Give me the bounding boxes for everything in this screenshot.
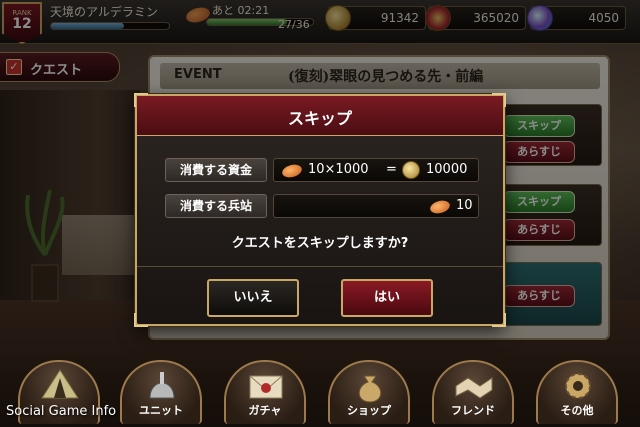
supply-total: 10	[456, 198, 473, 213]
stamina-coin-icon	[280, 162, 304, 180]
supply-cost-label: 消費する兵站	[165, 194, 267, 218]
nav-label: ユニット	[139, 404, 183, 417]
funds-unit-cost: 10×1000	[308, 162, 369, 177]
watermark: Social Game Info	[6, 404, 117, 419]
dialog-header: スキップ	[137, 96, 503, 136]
nav-item-gacha[interactable]: ガチャ	[224, 360, 306, 424]
equals-sign: =	[386, 162, 397, 177]
funds-cost-value: 10×1000 = 10000	[273, 158, 479, 182]
dialog-title: スキップ	[287, 109, 352, 128]
skip-dialog: スキップ 消費する資金 10×1000 = 10000 消費する兵站 10 クエ…	[134, 93, 506, 327]
dialog-footer: いいえ はい	[137, 266, 503, 324]
nav-label: フレンド	[451, 404, 495, 417]
yes-button[interactable]: はい	[341, 279, 433, 317]
handshake-icon	[455, 377, 493, 399]
funds-cost-label: 消費する資金	[165, 158, 267, 182]
no-button[interactable]: いいえ	[207, 279, 299, 317]
nav-label: その他	[560, 404, 594, 417]
tent-icon	[41, 369, 79, 399]
nav-item-friend[interactable]: フレンド	[432, 360, 514, 424]
stamina-coin-icon	[428, 198, 452, 216]
helmet-icon	[149, 372, 175, 399]
funds-total: 10000	[426, 162, 468, 177]
gear-icon	[565, 373, 591, 399]
gold-coin-icon	[402, 161, 420, 179]
money-bag-icon	[358, 375, 382, 403]
supply-cost-value: 10	[273, 194, 479, 218]
nav-item-unit[interactable]: ユニット	[120, 360, 202, 424]
nav-item-shop[interactable]: ショップ	[328, 360, 410, 424]
nav-item-other[interactable]: その他	[536, 360, 618, 424]
nav-label: ショップ	[347, 404, 391, 417]
nav-label: ガチャ	[248, 404, 282, 417]
confirm-message: クエストをスキップしますか?	[231, 236, 409, 251]
envelope-icon	[249, 375, 283, 399]
